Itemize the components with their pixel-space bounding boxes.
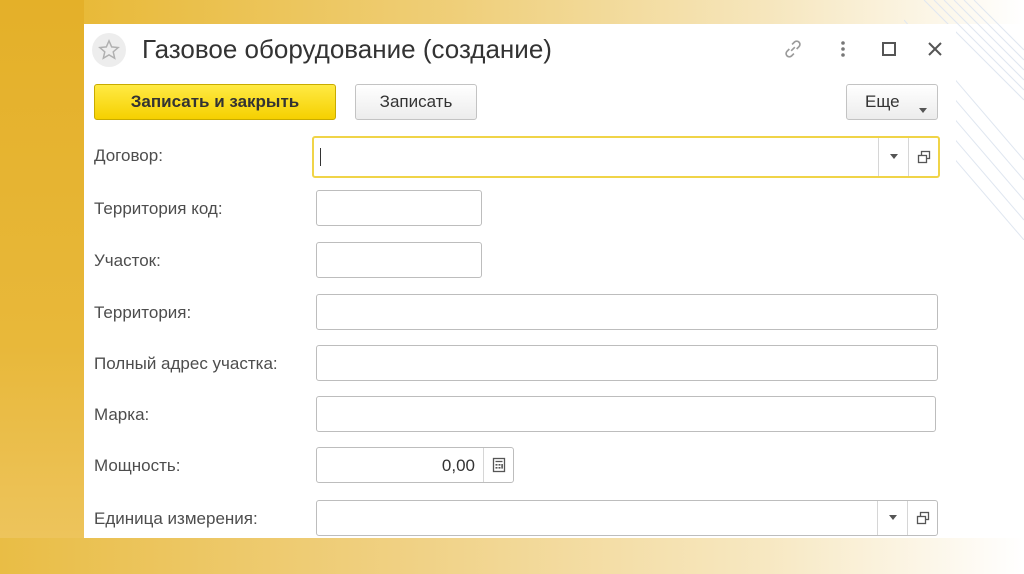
slide-left-band: [0, 0, 84, 574]
star-icon[interactable]: [92, 33, 126, 67]
power-value: 0,00: [441, 456, 475, 475]
slide-bottom-band: [0, 538, 1024, 574]
more-button-label: Еще: [865, 92, 900, 111]
slide-top-band: [0, 0, 1024, 24]
maximize-icon[interactable]: [876, 36, 902, 62]
power-row: Мощность: 0,00: [84, 447, 956, 485]
territory-label: Территория:: [94, 303, 192, 322]
unit-row: Единица измерения:: [84, 500, 956, 538]
open-form-icon: [916, 511, 929, 525]
more-button[interactable]: Еще: [846, 84, 938, 120]
territory-code-row: Территория код:: [84, 190, 956, 228]
text-caret: [320, 148, 321, 166]
full-address-input[interactable]: [316, 345, 938, 381]
unit-input[interactable]: [316, 500, 938, 536]
window-header: Газовое оборудование (создание): [84, 24, 956, 76]
calculator-button[interactable]: [483, 448, 513, 482]
territory-code-label: Территория код:: [94, 199, 223, 218]
window-title: Газовое оборудование (создание): [142, 34, 552, 64]
link-icon[interactable]: [780, 36, 806, 62]
unit-dropdown-button[interactable]: [877, 501, 907, 535]
form-window: Газовое оборудование (создание) Записать…: [84, 24, 956, 538]
full-address-label: Полный адрес участка:: [94, 354, 278, 373]
brand-input[interactable]: [316, 396, 936, 432]
chevron-down-icon: [919, 99, 927, 119]
territory-code-input[interactable]: [316, 190, 482, 226]
unit-label: Единица измерения:: [94, 509, 258, 528]
more-vertical-icon[interactable]: [830, 36, 856, 62]
territory-row: Территория:: [84, 294, 956, 332]
dropdown-arrow-icon: [889, 154, 898, 159]
plot-input[interactable]: [316, 242, 482, 278]
save-and-close-button[interactable]: Записать и закрыть: [94, 84, 336, 120]
close-icon[interactable]: [922, 36, 948, 62]
plot-row: Участок:: [84, 242, 956, 280]
unit-open-button[interactable]: [907, 501, 937, 535]
brand-row: Марка:: [84, 396, 956, 434]
power-input[interactable]: 0,00: [316, 447, 514, 483]
contract-row: Договор:: [84, 136, 956, 178]
contract-open-button[interactable]: [908, 138, 938, 176]
open-form-icon: [917, 150, 930, 164]
save-button[interactable]: Записать: [355, 84, 477, 120]
contract-dropdown-button[interactable]: [878, 138, 908, 176]
command-bar: Записать и закрыть Записать Еще: [84, 84, 956, 124]
contract-label: Договор:: [94, 146, 163, 165]
brand-label: Марка:: [94, 405, 150, 424]
plot-label: Участок:: [94, 251, 161, 270]
dropdown-arrow-icon: [888, 515, 897, 520]
full-address-row: Полный адрес участка:: [84, 345, 956, 383]
contract-input[interactable]: [312, 136, 940, 178]
calculator-icon: [492, 457, 505, 473]
power-label: Мощность:: [94, 456, 181, 475]
territory-input[interactable]: [316, 294, 938, 330]
